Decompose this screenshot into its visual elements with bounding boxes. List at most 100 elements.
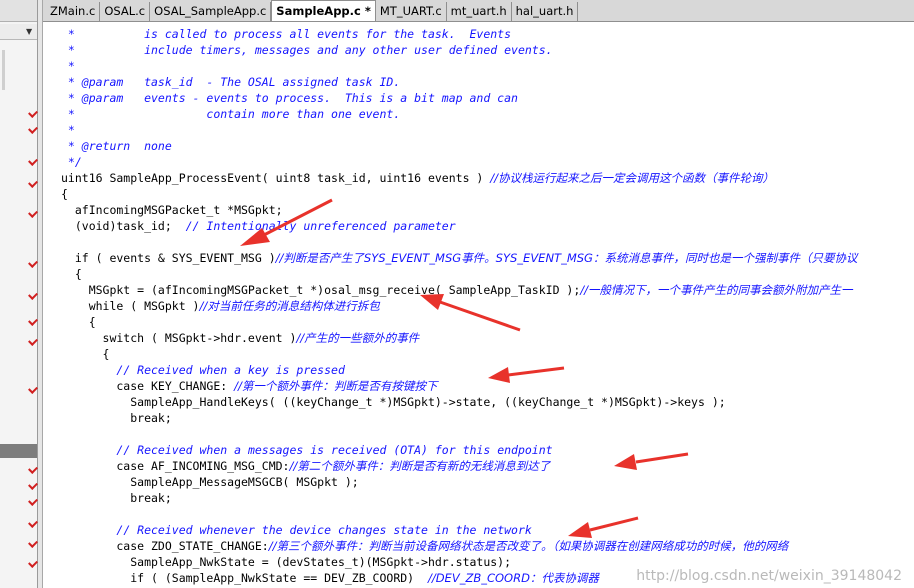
code-line[interactable] [61,426,857,442]
code-text: case AF_INCOMING_MSG_CMD: [61,459,290,473]
workspace-header [0,0,37,22]
tab-zmain[interactable]: ZMain.c [46,2,101,21]
code-line[interactable]: afIncomingMSGPacket_t *MSGpkt; [61,202,857,218]
code-line[interactable]: { [61,346,857,362]
checkmark-icon [28,518,38,528]
code-line[interactable]: { [61,314,857,330]
code-comment: * @param events - events to process. Thi… [61,91,518,105]
code-line[interactable]: * is called to process all events for th… [61,26,857,42]
code-line[interactable]: switch ( MSGpkt->hdr.event )//产生的一些额外的事件 [61,330,857,346]
code-text: { [61,187,68,201]
code-text: { [61,267,82,281]
checkmark-icon [28,258,38,268]
code-text: SampleApp_HandleKeys( ((keyChange_t *)MS… [61,395,726,409]
code-line[interactable]: case ZDO_STATE_CHANGE://第三个额外事件：判断当前设备网络… [61,538,857,554]
code-comment: //对当前任务的消息结构体进行拆包 [199,299,380,313]
code-comment: //协议栈运行起来之后一定会调用这个函数（事件轮询） [490,171,775,185]
checkmark-icon [28,558,38,568]
code-comment: * contain more than one event. [61,107,401,121]
checkmark-icon [28,178,38,188]
editor-tab-bar: ZMain.c OSAL.c OSAL_SampleApp.c SampleAp… [43,0,914,22]
code-line[interactable]: SampleApp_HandleKeys( ((keyChange_t *)MS… [61,394,857,410]
code-line[interactable]: if ( events & SYS_EVENT_MSG )//判断是否产生了SY… [61,250,858,266]
workspace-panel[interactable]: ▼ [0,0,38,588]
code-line[interactable]: * @param events - events to process. Thi… [61,90,857,106]
code-line[interactable]: */ [61,154,857,170]
code-text: switch ( MSGpkt->hdr.event ) [61,331,297,345]
code-text: if ( (SampleApp_NwkState == DEV_ZB_COORD… [61,571,428,585]
checkmark-icon [28,538,38,548]
code-text: { [61,347,110,361]
code-line[interactable]: // Received when a key is pressed [61,362,857,378]
code-editor[interactable]: * is called to process all events for th… [43,22,914,588]
code-comment: * [61,59,75,73]
code-line[interactable] [61,234,857,250]
code-line[interactable]: // Received when a messages is received … [61,442,857,458]
code-text: MSGpkt = (afIncomingMSGPacket_t *)osal_m… [61,283,581,297]
code-text: SampleApp_MessageMSGCB( MSGpkt ); [61,475,359,489]
code-text: SampleApp_NwkState = (devStates_t)(MSGpk… [61,555,512,569]
code-comment: //DEV_ZB_COORD：代表协调器 [427,571,599,585]
code-line[interactable]: * @return none [61,138,857,154]
code-comment: */ [61,155,82,169]
code-text: case ZDO_STATE_CHANGE: [61,539,269,553]
code-line[interactable]: uint16 SampleApp_ProcessEvent( uint8 tas… [61,170,857,186]
code-line[interactable]: case KEY_CHANGE: //第一个额外事件：判断是否有按键按下 [61,378,857,394]
code-line[interactable]: while ( MSGpkt )//对当前任务的消息结构体进行拆包 [61,298,857,314]
code-comment: //产生的一些额外的事件 [296,331,420,345]
code-line[interactable]: break; [61,410,857,426]
code-line[interactable]: // Received whenever the device changes … [61,522,857,538]
tab-osal[interactable]: OSAL.c [100,2,151,21]
checkmark-icon [28,108,38,118]
code-area[interactable]: * is called to process all events for th… [61,26,857,586]
code-line[interactable]: { [61,266,857,282]
code-comment: //第一个额外事件：判断是否有按键按下 [234,379,438,393]
checkmark-icon [28,336,38,346]
tab-osal-sampleapp[interactable]: OSAL_SampleApp.c [150,2,272,21]
checkmark-icon [28,480,38,490]
code-line[interactable]: (void)task_id; // Intentionally unrefere… [61,218,857,234]
checkmark-icon [28,290,38,300]
code-comment: // Received when a key is pressed [116,363,345,377]
tree-indent-guide [2,50,5,90]
selected-tree-item[interactable] [0,444,37,458]
checkmark-icon [28,496,38,506]
code-line[interactable]: * @param task_id - The OSAL assigned tas… [61,74,857,90]
code-text: uint16 SampleApp_ProcessEvent( uint8 tas… [61,171,491,185]
code-line[interactable]: SampleApp_MessageMSGCB( MSGpkt ); [61,474,857,490]
code-comment: * @return none [61,139,172,153]
tab-mt-uart-c[interactable]: MT_UART.c [376,2,447,21]
code-text: while ( MSGpkt ) [61,299,200,313]
code-line[interactable]: MSGpkt = (afIncomingMSGPacket_t *)osal_m… [61,282,857,298]
code-text: break; [61,491,172,505]
code-line[interactable]: * contain more than one event. [61,106,857,122]
tab-mt-uart-h[interactable]: mt_uart.h [447,2,512,21]
code-comment: * include timers, messages and any other… [61,43,553,57]
code-comment: //一般情况下，一个事件产生的同事会额外附加产生一 [580,283,853,297]
code-line[interactable]: * [61,122,857,138]
watermark: http://blog.csdn.net/weixin_39148042 [636,568,902,584]
code-line[interactable]: case AF_INCOMING_MSG_CMD://第二个额外事件：判断是否有… [61,458,857,474]
code-line[interactable]: * [61,58,857,74]
code-comment: * is called to process all events for th… [61,27,512,41]
code-comment: // Received when a messages is received … [116,443,553,457]
code-text: { [61,315,96,329]
code-comment: //判断是否产生了SYS_EVENT_MSG事件。SYS_EVENT_MSG：系… [275,251,858,265]
code-line[interactable]: { [61,186,857,202]
checkmark-icon [28,384,38,394]
code-text: if ( events & SYS_EVENT_MSG ) [61,251,276,265]
tab-hal-uart-h[interactable]: hal_uart.h [512,2,579,21]
code-line[interactable] [61,506,857,522]
code-line[interactable]: * include timers, messages and any other… [61,42,857,58]
code-comment: //第三个额外事件：判断当前设备网络状态是否改变了。（如果协调器在创建网络成功的… [268,539,789,553]
chevron-down-icon[interactable]: ▼ [26,27,32,36]
code-text: case KEY_CHANGE: [61,379,235,393]
code-comment: * [61,123,75,137]
code-line[interactable]: break; [61,490,857,506]
checkmark-icon [28,316,38,326]
checkmark-icon [28,208,38,218]
tab-sampleapp[interactable]: SampleApp.c * [271,0,376,21]
code-comment: // Intentionally unreferenced parameter [185,219,456,233]
